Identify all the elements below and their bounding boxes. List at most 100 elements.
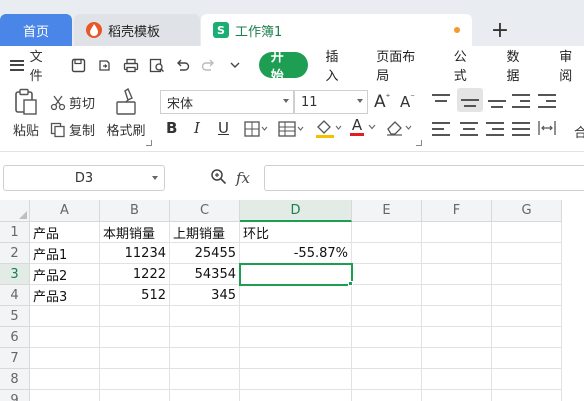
column-header-d[interactable]: D — [240, 200, 352, 222]
cell-c7[interactable] — [170, 348, 240, 369]
cell-f9[interactable] — [422, 390, 492, 401]
cell-b8[interactable] — [100, 369, 170, 390]
row-header-4[interactable]: 4 — [0, 285, 30, 306]
cell-d7[interactable] — [240, 348, 352, 369]
cell-a3[interactable]: 产品2 — [30, 264, 100, 285]
file-menu[interactable]: 文件 — [10, 46, 55, 84]
tab-workbook[interactable]: S 工作簿1 — [201, 14, 472, 46]
cut-button[interactable]: 剪切 — [50, 93, 95, 112]
fill-handle[interactable] — [348, 281, 353, 286]
tab-insert[interactable]: 插入 — [326, 50, 351, 84]
cell-e9[interactable] — [352, 390, 422, 401]
clear-format-button[interactable] — [384, 119, 414, 137]
underline-button[interactable]: U — [218, 119, 229, 137]
tab-formulas[interactable]: 公式 — [454, 50, 479, 84]
cell-g1[interactable] — [492, 222, 562, 243]
cell-d9[interactable] — [240, 390, 352, 401]
cell-a8[interactable] — [30, 369, 100, 390]
align-left-button[interactable] — [432, 122, 450, 136]
cell-g9[interactable] — [492, 390, 562, 401]
export-icon[interactable] — [93, 53, 117, 77]
tab-template[interactable]: 稻壳模板 — [74, 14, 200, 46]
redo-icon[interactable] — [197, 53, 221, 77]
cell-g6[interactable] — [492, 327, 562, 348]
font-color-dropdown-icon[interactable] — [368, 124, 376, 130]
cell-e8[interactable] — [352, 369, 422, 390]
row-header-2[interactable]: 2 — [0, 243, 30, 264]
formula-input[interactable] — [264, 165, 584, 191]
tab-page-layout[interactable]: 页面布局 — [376, 50, 425, 84]
cell-e4[interactable] — [352, 285, 422, 306]
tab-review[interactable]: 审阅 — [559, 50, 584, 84]
cell-d8[interactable] — [240, 369, 352, 390]
cell-d2[interactable]: -55.87% — [240, 243, 352, 264]
italic-button[interactable]: I — [194, 119, 200, 137]
cell-b2[interactable]: 11234 — [100, 243, 170, 264]
align-top-button[interactable] — [432, 94, 450, 108]
cell-g4[interactable] — [492, 285, 562, 306]
cell-f5[interactable] — [422, 306, 492, 327]
cell-f4[interactable] — [422, 285, 492, 306]
cell-b3[interactable]: 1222 — [100, 264, 170, 285]
cell-f7[interactable] — [422, 348, 492, 369]
select-all-button[interactable] — [0, 200, 30, 222]
find-icon[interactable] — [210, 168, 227, 189]
fill-color-button[interactable] — [314, 119, 342, 139]
cell-g2[interactable] — [492, 243, 562, 264]
increase-indent-button[interactable] — [538, 94, 556, 108]
row-header-5[interactable]: 5 — [0, 306, 30, 327]
font-expand-icon[interactable] — [416, 140, 422, 146]
cell-g3[interactable] — [492, 264, 562, 285]
tab-data[interactable]: 数据 — [507, 50, 532, 84]
cell-b1[interactable]: 本期销量 — [100, 222, 170, 243]
cell-e7[interactable] — [352, 348, 422, 369]
cell-c5[interactable] — [170, 306, 240, 327]
font-size-select[interactable]: 11 — [294, 90, 368, 114]
tab-home[interactable]: 首页 — [0, 14, 72, 46]
cell-d4[interactable] — [240, 285, 352, 306]
align-center-button[interactable] — [460, 122, 478, 136]
align-bottom-button[interactable] — [488, 94, 506, 108]
cell-g5[interactable] — [492, 306, 562, 327]
cell-f3[interactable] — [422, 264, 492, 285]
bold-button[interactable]: B — [166, 119, 177, 137]
customize-dropdown-icon[interactable] — [223, 53, 247, 77]
print-icon[interactable] — [119, 53, 143, 77]
cell-c9[interactable] — [170, 390, 240, 401]
insert-function-button[interactable]: fx — [236, 169, 250, 187]
clipboard-expand-icon[interactable] — [146, 140, 152, 146]
cell-g8[interactable] — [492, 369, 562, 390]
cell-e2[interactable] — [352, 243, 422, 264]
cell-a5[interactable] — [30, 306, 100, 327]
decrease-font-size-icon[interactable]: A ⁻ — [400, 93, 415, 111]
print-preview-icon[interactable] — [145, 53, 169, 77]
column-header-b[interactable]: B — [100, 200, 170, 222]
row-header-9[interactable]: 9 — [0, 390, 30, 401]
font-name-select[interactable]: 宋体 — [160, 90, 294, 114]
cell-g7[interactable] — [492, 348, 562, 369]
cell-f2[interactable] — [422, 243, 492, 264]
align-middle-button[interactable] — [457, 88, 483, 112]
cell-b9[interactable] — [100, 390, 170, 401]
cell-a9[interactable] — [30, 390, 100, 401]
cell-c2[interactable]: 25455 — [170, 243, 240, 264]
increase-font-size-icon[interactable]: A ⁺ — [374, 92, 390, 112]
tab-start[interactable]: 开始 — [258, 50, 308, 84]
cell-c1[interactable]: 上期销量 — [170, 222, 240, 243]
name-box[interactable]: D3 — [3, 165, 165, 191]
copy-button[interactable]: 复制 — [50, 120, 95, 139]
cell-b5[interactable] — [100, 306, 170, 327]
cell-a1[interactable]: 产品 — [30, 222, 100, 243]
cell-f8[interactable] — [422, 369, 492, 390]
cell-d5[interactable] — [240, 306, 352, 327]
column-header-a[interactable]: A — [30, 200, 100, 222]
column-header-c[interactable]: C — [170, 200, 240, 222]
cell-b4[interactable]: 512 — [100, 285, 170, 306]
justify-button[interactable] — [512, 122, 530, 136]
cell-d3[interactable] — [239, 263, 353, 286]
column-header-f[interactable]: F — [422, 200, 492, 222]
cell-style-button[interactable] — [278, 121, 304, 137]
row-header-8[interactable]: 8 — [0, 369, 30, 390]
undo-icon[interactable] — [171, 53, 195, 77]
merge-button-partial[interactable]: 合 — [574, 122, 584, 141]
